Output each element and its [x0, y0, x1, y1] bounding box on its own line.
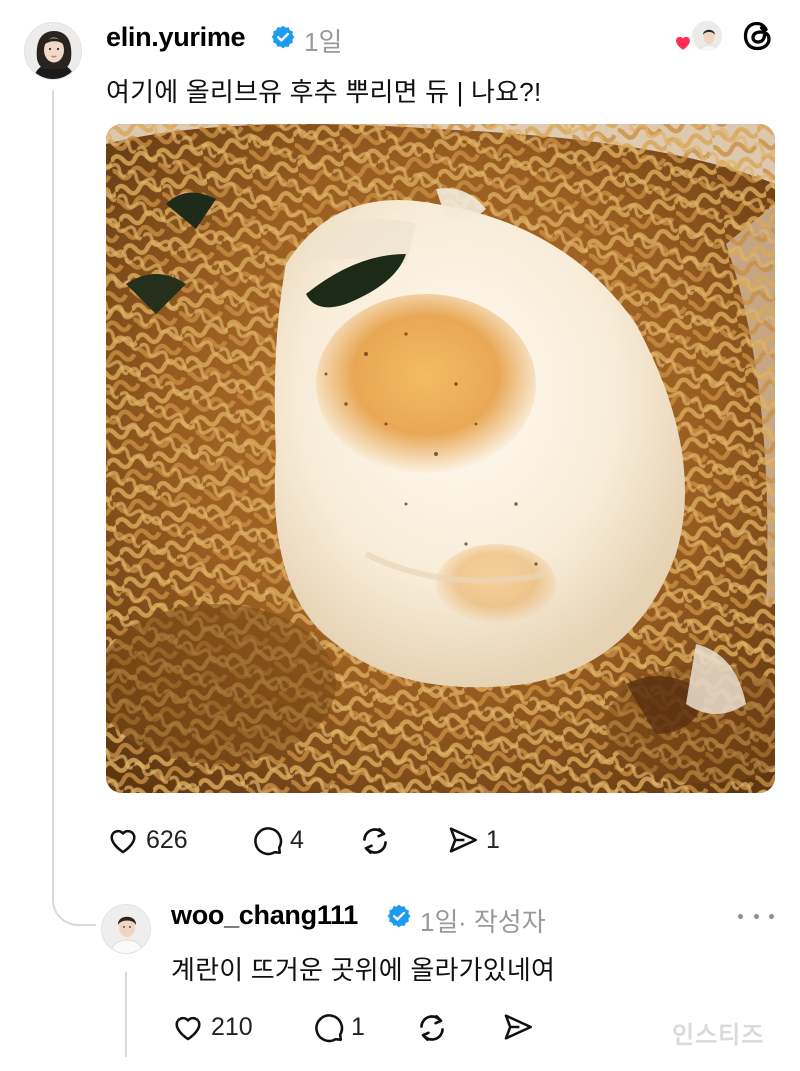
reply-comment-count: 1: [351, 1012, 365, 1041]
author-avatar[interactable]: [24, 22, 82, 80]
reply-text: 계란이 뜨거운 곳위에 올라가있네여: [171, 955, 556, 985]
thread-curve: [52, 880, 96, 926]
reply-repost-button[interactable]: [414, 1010, 450, 1046]
reply-author-avatar[interactable]: [101, 904, 151, 954]
post-photo[interactable]: [106, 124, 775, 793]
author-tag: · 작성자: [458, 907, 546, 937]
comment-count: 4: [290, 825, 304, 854]
liked-by-indicator[interactable]: [672, 18, 776, 54]
heart-icon: [175, 1016, 201, 1041]
reply-thread-line: [125, 972, 127, 1057]
share-count: 1: [486, 825, 500, 854]
thread-line: [52, 90, 54, 900]
like-button[interactable]: 626: [106, 823, 188, 857]
heart-icon: [110, 829, 136, 854]
verified-icon: [387, 904, 411, 928]
reply-comment-button[interactable]: 1: [311, 1010, 365, 1044]
share-button[interactable]: 1: [446, 823, 500, 857]
comment-icon: [315, 1014, 344, 1043]
share-icon: [504, 1014, 533, 1040]
share-icon: [449, 827, 478, 853]
watermark: 인스티즈: [672, 1022, 765, 1049]
reply-like-count: 210: [211, 1012, 253, 1041]
reply-like-button[interactable]: 210: [171, 1010, 253, 1044]
verified-icon: [271, 25, 295, 49]
more-icon: [738, 913, 743, 919]
threads-logo-icon[interactable]: [740, 18, 776, 54]
comment-button[interactable]: 4: [250, 823, 304, 857]
reply-share-button[interactable]: [501, 1010, 535, 1044]
reply-username[interactable]: woo_chang111: [171, 900, 358, 931]
more-options-button[interactable]: [738, 906, 774, 926]
like-count: 626: [146, 825, 188, 854]
heart-badge-icon: [672, 31, 694, 53]
post-username[interactable]: elin.yurime: [106, 22, 246, 53]
post-time: 1일: [304, 27, 343, 57]
post-text: 여기에 올리브유 후추 뿌리면 듀 | 나요?!: [106, 77, 542, 107]
repost-icon: [420, 1014, 444, 1042]
reply-time: 1일: [420, 907, 459, 937]
comment-icon: [254, 827, 283, 856]
repost-icon: [363, 827, 387, 855]
repost-button[interactable]: [357, 823, 393, 859]
liker-avatar: [690, 19, 724, 53]
